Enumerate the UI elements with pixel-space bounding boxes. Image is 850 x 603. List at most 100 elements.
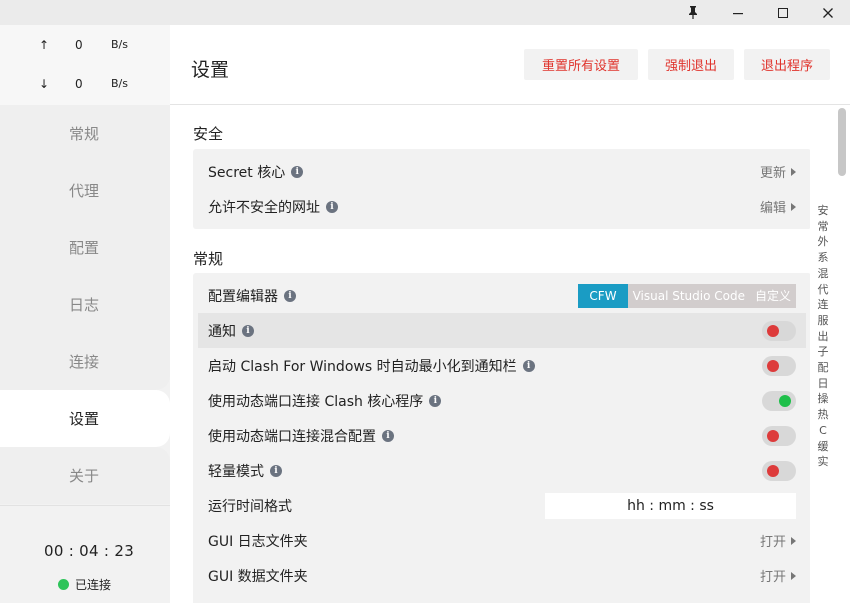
rail-item[interactable]: 服	[816, 313, 830, 329]
sidebar-item-logs[interactable]: 日志	[0, 276, 170, 333]
info-icon[interactable]: i	[522, 359, 535, 372]
action-label: 打开	[759, 535, 786, 550]
setting-row-time-format: 运行时间格式 hh : mm : ss	[198, 488, 806, 523]
rail-item[interactable]: C	[816, 423, 830, 439]
toggle-knob	[767, 429, 779, 442]
notification-toggle[interactable]	[762, 320, 796, 341]
pin-button[interactable]	[671, 0, 715, 25]
traffic-panel: ↑ 0 B/s ↓ 0 B/s	[0, 25, 170, 105]
setting-label: GUI 日志文件夹	[208, 533, 308, 550]
edit-action[interactable]: 编辑	[760, 197, 796, 216]
dynamic-port-mixin-toggle[interactable]	[762, 425, 796, 446]
upload-arrow-icon: ↑	[39, 38, 50, 52]
rail-item[interactable]: 操	[816, 391, 830, 407]
sidebar-item-about[interactable]: 关于	[0, 447, 170, 504]
sidebar-footer: 00 : 04 : 23 已连接	[0, 505, 170, 603]
action-label: 更新	[759, 166, 786, 181]
sidebar-item-proxies[interactable]: 代理	[0, 162, 170, 219]
sidebar-item-general[interactable]: 常规	[0, 105, 170, 162]
setting-row-unsafe-urls[interactable]: 允许不安全的网址 i 编辑	[198, 189, 806, 224]
info-icon[interactable]: i	[326, 200, 338, 213]
force-quit-button[interactable]: 强制退出	[648, 49, 734, 80]
setting-label: 使用动态端口连接 Clash 核心程序	[208, 393, 424, 410]
lightweight-toggle[interactable]	[762, 460, 796, 481]
time-format-input[interactable]: hh : mm : ss	[545, 492, 796, 519]
rail-item[interactable]: 子	[816, 344, 830, 360]
rail-item[interactable]: 热	[816, 407, 830, 423]
page-header: 设置 重置所有设置 强制退出 退出程序	[170, 25, 850, 105]
action-label: 编辑	[759, 201, 786, 216]
setting-row-start-minimized: 启动 Clash For Windows 时自动最小化到通知栏 i	[198, 348, 806, 383]
reset-settings-button[interactable]: 重置所有设置	[524, 49, 638, 80]
info-icon[interactable]: i	[270, 464, 282, 477]
page-title: 设置	[191, 59, 230, 81]
setting-row-notification: 通知 i	[198, 313, 806, 348]
rail-item[interactable]: 缓	[816, 439, 830, 455]
settings-content[interactable]: 安全 Secret 核心 i 更新 允许不安全的网址 i 编辑 常规 配置编辑器…	[170, 106, 810, 603]
scrollbar-thumb[interactable]	[838, 108, 846, 176]
download-value: 0	[75, 77, 83, 91]
open-log-folder-action[interactable]: 打开	[760, 531, 796, 550]
update-action[interactable]: 更新	[760, 162, 796, 181]
download-arrow-icon: ↓	[39, 77, 50, 91]
rail-item[interactable]: 出	[816, 329, 830, 345]
sidebar: ↑ 0 B/s ↓ 0 B/s 常规 代理 配置 日志 连接 设置 关于 00 …	[0, 25, 170, 603]
security-card: Secret 核心 i 更新 允许不安全的网址 i 编辑	[193, 149, 810, 229]
quit-button[interactable]: 退出程序	[744, 49, 830, 80]
info-icon[interactable]: i	[382, 429, 394, 442]
setting-label: Secret 核心	[208, 164, 286, 181]
rail-item[interactable]: 配	[816, 360, 830, 376]
info-icon[interactable]: i	[429, 394, 442, 407]
toggle-knob	[767, 324, 779, 337]
sidebar-item-settings[interactable]: 设置	[0, 390, 170, 447]
start-minimized-toggle[interactable]	[762, 355, 796, 376]
caret-right-icon	[791, 536, 796, 545]
setting-row-gui-log-folder: GUI 日志文件夹 打开	[198, 523, 806, 558]
minimize-button[interactable]	[716, 0, 760, 25]
status-label: 已连接	[75, 578, 112, 592]
caret-right-icon	[791, 167, 796, 176]
setting-row-lightweight: 轻量模式 i	[198, 453, 806, 488]
toggle-knob	[767, 359, 779, 372]
rail-item[interactable]: 实	[816, 454, 830, 470]
action-label: 打开	[759, 570, 786, 585]
rail-item[interactable]: 外	[816, 234, 830, 250]
maximize-button[interactable]	[761, 0, 805, 25]
open-data-folder-action[interactable]: 打开	[760, 566, 796, 585]
section-title-security: 安全	[193, 125, 224, 143]
editor-option-vscode[interactable]: Visual Studio Code	[627, 283, 750, 308]
caret-right-icon	[791, 202, 796, 211]
sidebar-item-profiles[interactable]: 配置	[0, 219, 170, 276]
setting-row-editor: 配置编辑器 i CFW Visual Studio Code 自定义	[198, 278, 806, 313]
uptime-timer: 00 : 04 : 23	[44, 542, 135, 560]
setting-label: 运行时间格式	[208, 498, 292, 515]
sidebar-item-connections[interactable]: 连接	[0, 333, 170, 390]
section-title-general: 常规	[193, 250, 224, 268]
rail-item[interactable]: 日	[816, 376, 830, 392]
close-button[interactable]	[806, 0, 850, 25]
setting-row-gui-data-folder: GUI 数据文件夹 打开	[198, 558, 806, 593]
caret-right-icon	[791, 571, 796, 580]
setting-row-dynamic-port-mixin: 使用动态端口连接混合配置 i	[198, 418, 806, 453]
editor-option-cfw[interactable]: CFW	[578, 283, 628, 308]
section-index-rail: 安 常 外 系 混 代 连 服 出 子 配 日 操 热 C 缓 实	[816, 203, 830, 470]
connection-status: 已连接	[58, 576, 111, 593]
editor-option-custom[interactable]: 自定义	[749, 283, 796, 308]
rail-item[interactable]: 混	[816, 266, 830, 282]
download-unit: B/s	[111, 77, 128, 90]
info-icon[interactable]: i	[291, 165, 304, 178]
upload-speed: ↑ 0 B/s	[0, 38, 170, 58]
rail-item[interactable]: 系	[816, 250, 830, 266]
dynamic-port-core-toggle[interactable]	[762, 390, 796, 411]
scrollbar[interactable]	[835, 106, 849, 603]
rail-item[interactable]: 代	[816, 282, 830, 298]
info-icon[interactable]: i	[242, 324, 254, 337]
info-icon[interactable]: i	[284, 289, 296, 302]
setting-row-secret[interactable]: Secret 核心 i 更新	[198, 154, 806, 189]
rail-item[interactable]: 安	[816, 203, 830, 219]
rail-item[interactable]: 连	[816, 297, 830, 313]
rail-item[interactable]: 常	[816, 219, 830, 235]
toggle-knob	[767, 464, 779, 477]
editor-selector: CFW Visual Studio Code 自定义	[578, 283, 796, 308]
setting-row-dynamic-port-core: 使用动态端口连接 Clash 核心程序 i	[198, 383, 806, 418]
